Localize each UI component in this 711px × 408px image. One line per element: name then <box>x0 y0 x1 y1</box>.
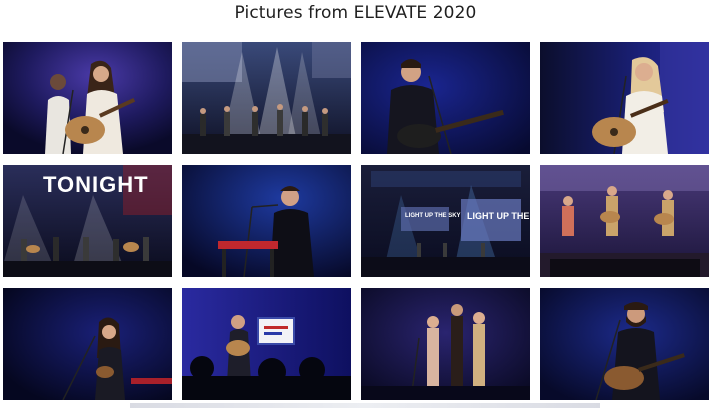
gallery-photo-6[interactable] <box>182 165 351 277</box>
scroll-fade-strip <box>130 403 600 408</box>
photo-1-image <box>3 42 172 154</box>
gallery-photo-11[interactable] <box>361 288 530 400</box>
gallery-title: Pictures from ELEVATE 2020 <box>234 3 477 23</box>
photo-9-image <box>3 288 172 400</box>
photo-11-image <box>361 288 530 400</box>
gallery-photo-7[interactable]: LIGHT UP THE SKY LIGHT UP THE SKY <box>361 165 530 277</box>
gallery-photo-10[interactable] <box>182 288 351 400</box>
photo-12-image <box>540 288 709 400</box>
photo-8-image <box>540 165 709 277</box>
photo-3-image <box>361 42 530 154</box>
gallery-photo-8[interactable] <box>540 165 709 277</box>
photo-grid: TONIGHT LIGHT UP THE SKY LIGHT UP THE <box>3 42 709 400</box>
gallery-photo-3[interactable] <box>361 42 530 154</box>
screen-text-right: LIGHT UP THE SKY <box>467 211 530 221</box>
gallery-photo-1[interactable] <box>3 42 172 154</box>
photo-2-image <box>182 42 351 154</box>
gallery-photo-4[interactable] <box>540 42 709 154</box>
gallery-page: Pictures from ELEVATE 2020 TONIGHT LIGHT… <box>0 0 711 408</box>
screen-text-left: LIGHT UP THE SKY <box>405 213 461 219</box>
gallery-photo-9[interactable] <box>3 288 172 400</box>
tonight-screen-text: TONIGHT <box>43 172 149 197</box>
gallery-photo-2[interactable] <box>182 42 351 154</box>
photo-7-image: LIGHT UP THE SKY LIGHT UP THE SKY <box>361 165 530 277</box>
photo-5-image: TONIGHT <box>3 165 172 277</box>
photo-4-image <box>540 42 709 154</box>
gallery-photo-12[interactable] <box>540 288 709 400</box>
gallery-photo-5[interactable]: TONIGHT <box>3 165 172 277</box>
photo-6-image <box>182 165 351 277</box>
photo-10-image <box>182 288 351 400</box>
